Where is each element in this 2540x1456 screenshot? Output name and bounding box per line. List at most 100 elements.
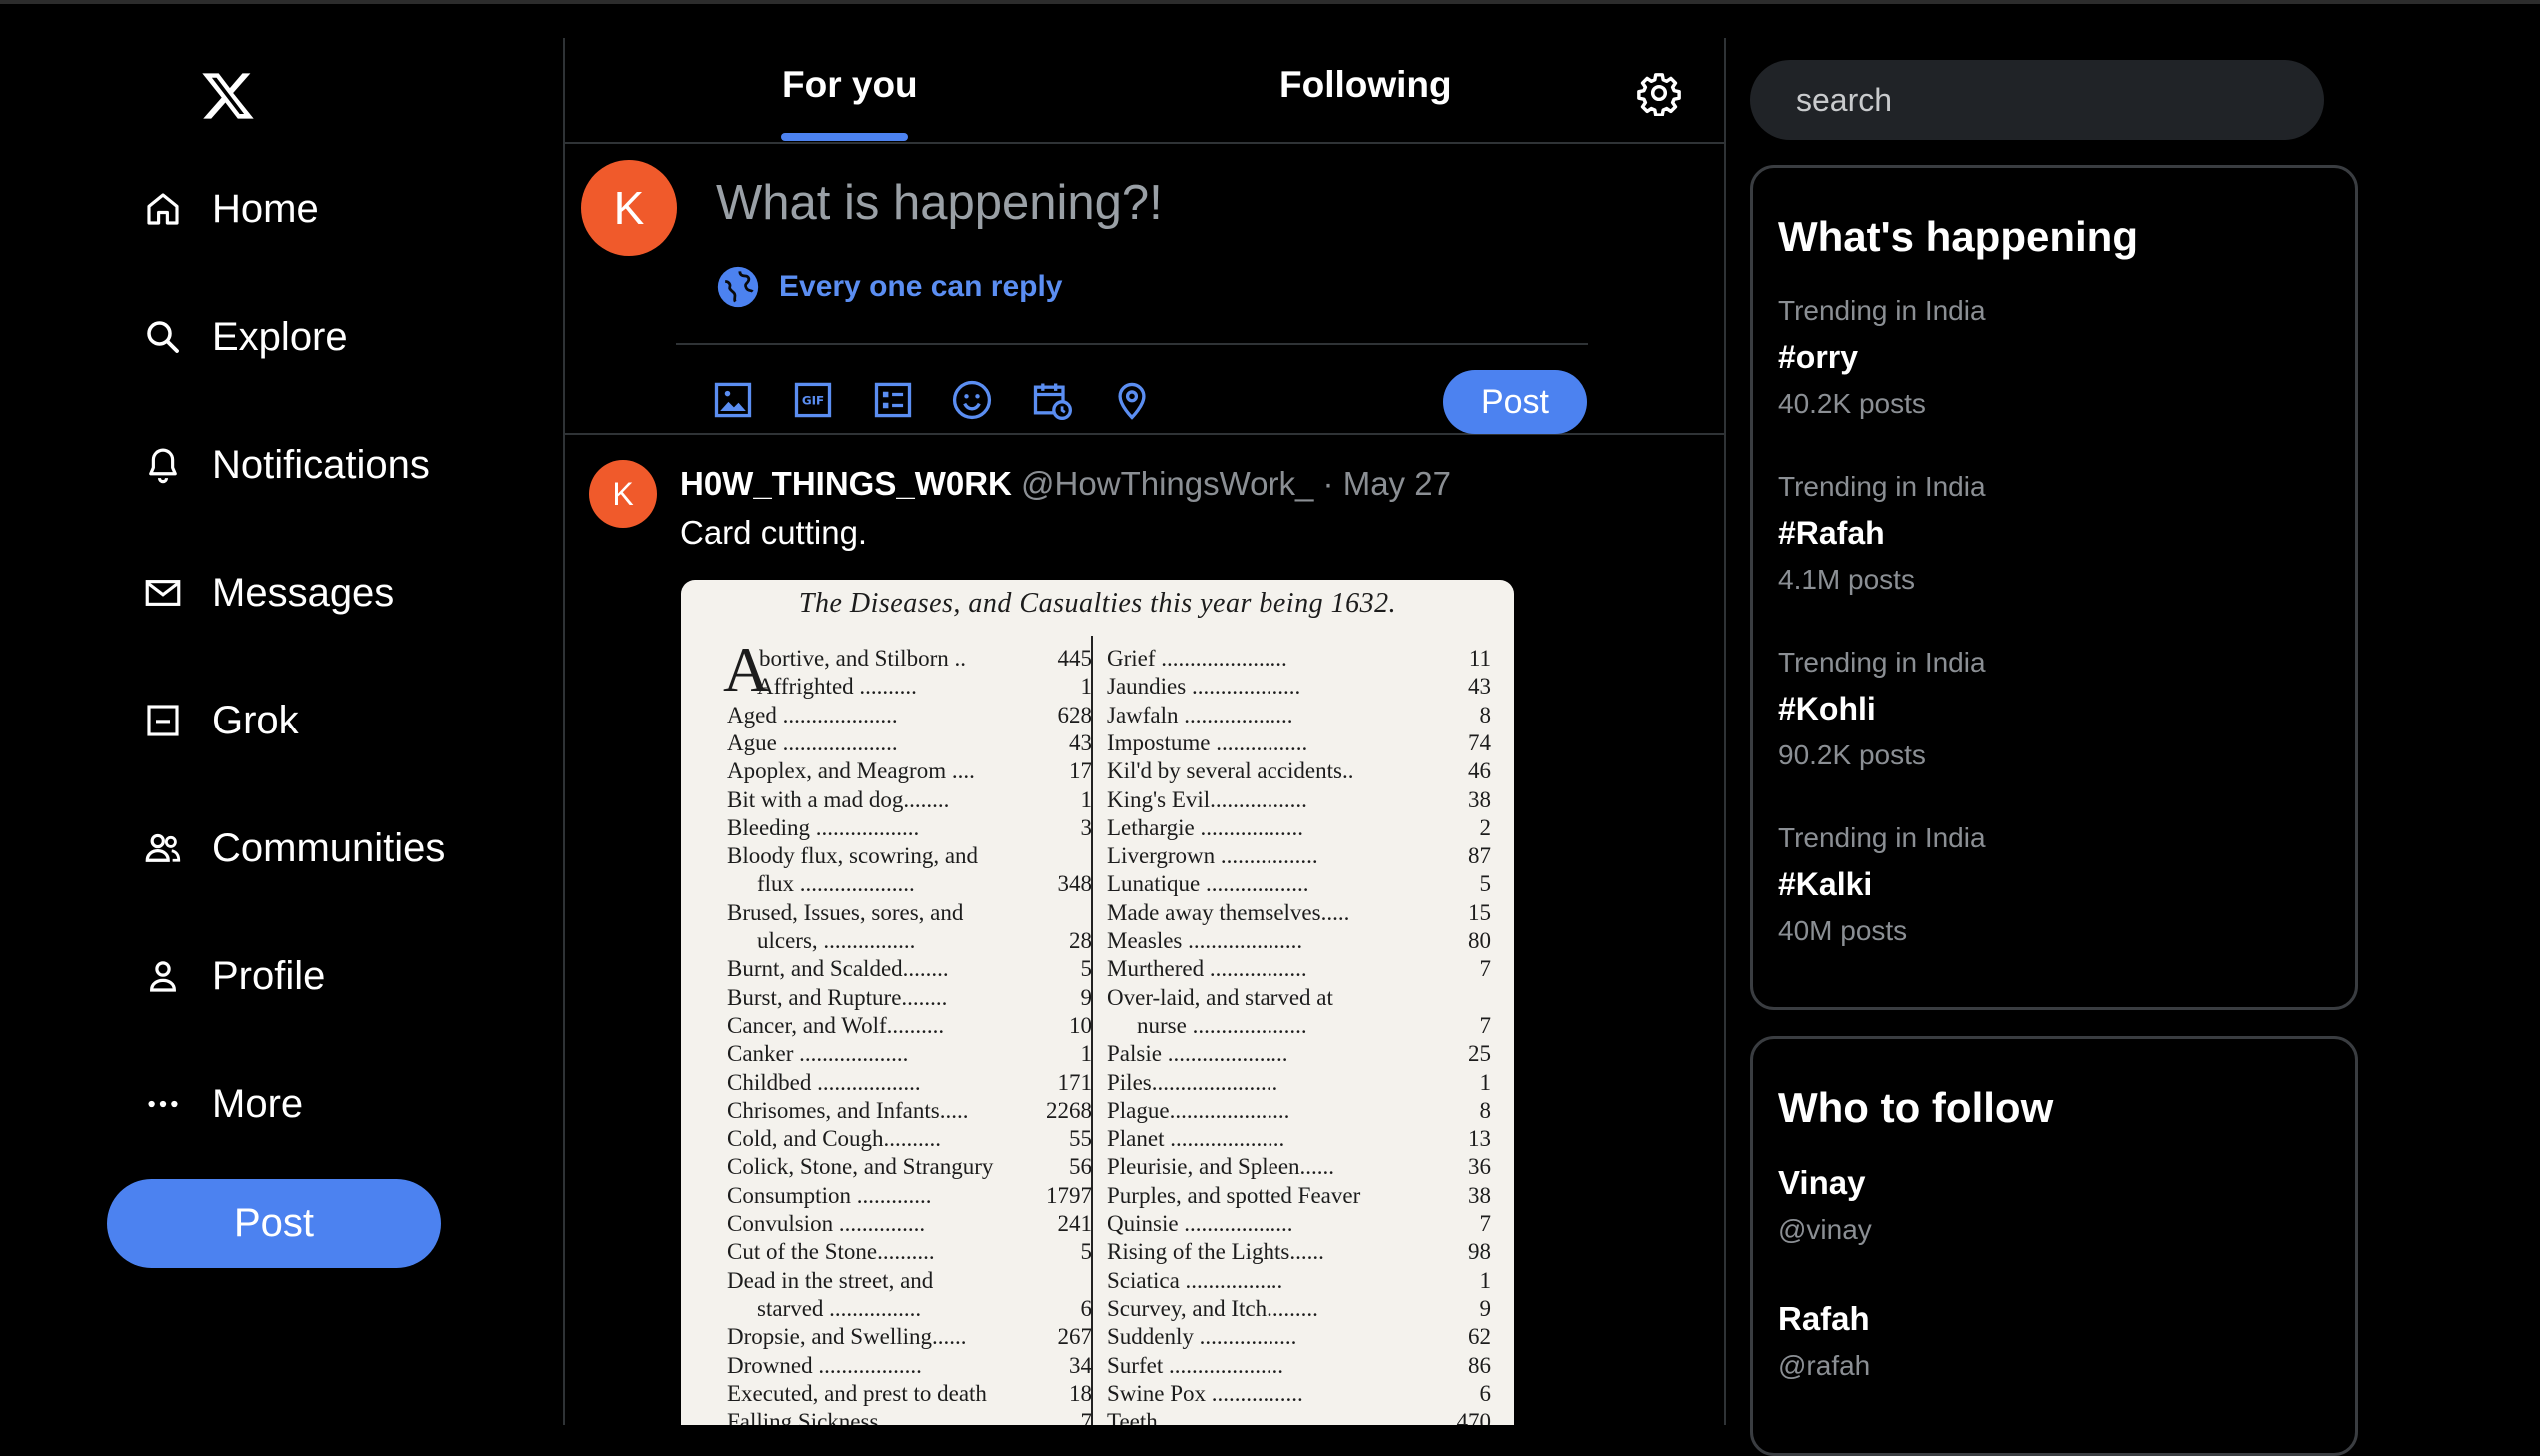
location-icon[interactable]	[1110, 378, 1154, 422]
media-doc-row: flux .................... 348	[727, 871, 1092, 899]
media-doc-cause: Aged ....................	[727, 702, 898, 728]
media-doc-count: 6	[1080, 1295, 1093, 1321]
search-icon	[147, 321, 179, 353]
trend-count: 40M posts	[1778, 915, 1908, 946]
media-doc-row: Over-laid, and starved at	[1107, 985, 1491, 1013]
media-doc-row: Convulsion ............... 241	[727, 1211, 1092, 1239]
media-doc-cause: Consumption .............	[727, 1182, 932, 1208]
nav-item-grok[interactable]: Grok	[142, 691, 299, 750]
media-doc-cause: Drowned ..................	[727, 1352, 922, 1378]
reply-setting-button[interactable]: Every one can reply	[716, 265, 1062, 309]
media-doc-cause: Pleurisie, and Spleen......	[1107, 1154, 1335, 1180]
media-doc-count: 80	[1468, 928, 1491, 953]
tweet-author[interactable]: H0W_THINGS_W0RK	[680, 465, 1012, 502]
trend-context: Trending in India	[1778, 295, 1986, 326]
media-doc-cause: Burnt, and Scalded........	[727, 956, 949, 982]
nav-label-communities: Communities	[212, 825, 446, 870]
media-doc-count: 5	[1080, 956, 1093, 982]
compose-input[interactable]	[716, 168, 1595, 238]
media-doc-row: Scurvey, and Itch......... 9	[1107, 1296, 1491, 1324]
media-doc-count: 38	[1468, 1182, 1491, 1208]
media-doc-row: Jaundies ................... 43	[1107, 674, 1491, 702]
schedule-icon[interactable]	[1030, 378, 1074, 422]
media-doc-cause: Dead in the street, and	[727, 1267, 934, 1293]
tweet-media-image[interactable]: The Diseases, and Casualties this year b…	[681, 580, 1514, 1425]
image-icon[interactable]	[711, 378, 755, 422]
media-doc-row: Made away themselves..... 15	[1107, 900, 1491, 928]
nav-item-notifications[interactable]: Notifications	[142, 435, 430, 495]
media-doc-row: Lethargie .................. 2	[1107, 815, 1491, 843]
nav-item-home[interactable]: Home	[142, 179, 319, 239]
gif-icon[interactable]: GIF	[791, 378, 835, 422]
media-doc-row: Swine Pox ................ 6	[1107, 1381, 1491, 1409]
trend-item[interactable]: Trending in India #orry 40.2K posts	[1778, 295, 2338, 420]
media-doc-cause: Apoplex, and Meagrom ....	[727, 758, 975, 784]
tweet-date[interactable]: May 27	[1343, 465, 1451, 502]
media-doc-cause: Executed, and prest to death	[727, 1380, 987, 1406]
nav-label-messages: Messages	[212, 570, 395, 615]
mail-icon	[145, 580, 181, 606]
tab-following[interactable]: Following	[1279, 64, 1452, 106]
media-doc-cause: Ague ....................	[727, 729, 898, 755]
media-doc-row: Burst, and Rupture........ 9	[727, 985, 1092, 1013]
composer-post-button[interactable]: Post	[1443, 370, 1587, 434]
media-doc-cause: Bleeding ..................	[727, 814, 920, 840]
poll-icon[interactable]	[871, 378, 915, 422]
nav-item-profile[interactable]: Profile	[142, 946, 325, 1006]
left-column-divider	[563, 38, 565, 1425]
search-input[interactable]	[1750, 60, 2324, 140]
composer-inner-divider	[676, 343, 1588, 345]
trend-item[interactable]: Trending in India #Rafah 4.1M posts	[1778, 471, 2338, 596]
media-doc-cause: Impostume ................	[1107, 729, 1308, 755]
media-doc-cause: King's Evil.................	[1107, 786, 1307, 812]
media-doc-row: Bleeding .................. 3	[727, 815, 1092, 843]
media-doc-row: Aged .................... 628	[727, 703, 1092, 730]
people-icon	[145, 833, 181, 862]
media-doc-count: 46	[1468, 758, 1491, 784]
trend-context: Trending in India	[1778, 822, 1986, 853]
tweet-avatar[interactable]: K	[589, 460, 657, 528]
media-doc-row: Drowned .................. 34	[727, 1353, 1092, 1381]
media-doc-count: 1797	[1046, 1182, 1092, 1208]
bell-icon	[149, 448, 177, 484]
media-doc-count: 1	[1080, 1041, 1093, 1067]
gear-icon[interactable]	[1636, 70, 1682, 117]
trend-item[interactable]: Trending in India #Kohli 90.2K posts	[1778, 647, 2338, 771]
nav-label-more: More	[212, 1081, 304, 1126]
media-doc-row: Planet .................... 13	[1107, 1126, 1491, 1154]
x-logo-icon[interactable]	[200, 68, 256, 124]
nav-post-button[interactable]: Post	[107, 1179, 441, 1268]
media-doc-cause: Palsie .....................	[1107, 1041, 1288, 1067]
media-doc-row: Palsie ..................... 25	[1107, 1041, 1491, 1069]
media-doc-count: 1	[1479, 1267, 1492, 1293]
nav-item-communities[interactable]: Communities	[142, 818, 445, 878]
tweet-handle[interactable]: @HowThingsWork_	[1021, 465, 1313, 502]
composer-avatar[interactable]: K	[581, 160, 677, 256]
nav-label-profile: Profile	[212, 953, 326, 998]
media-doc-row: Quinsie ................... 7	[1107, 1211, 1491, 1239]
media-doc-cause: Planet ....................	[1107, 1126, 1285, 1152]
media-doc-count: 17	[1069, 758, 1092, 784]
emoji-icon[interactable]	[950, 378, 994, 422]
media-doc-row: bortive, and Stilborn .. 445	[727, 646, 1092, 674]
nav-item-more[interactable]: More	[142, 1074, 303, 1134]
media-doc-cause: Lethargie ..................	[1107, 814, 1303, 840]
nav-item-explore[interactable]: Explore	[142, 307, 348, 367]
follow-name: Rafah	[1778, 1300, 1870, 1337]
home-icon	[147, 193, 179, 225]
media-doc-row: Canker ................... 1	[727, 1041, 1092, 1069]
media-doc-count: 62	[1468, 1324, 1491, 1350]
media-doc-count: 11	[1468, 646, 1491, 671]
media-doc-cause: Affrighted ..........	[757, 674, 917, 700]
media-doc-cause: bortive, and Stilborn ..	[759, 646, 966, 671]
media-doc-row: King's Evil................. 38	[1107, 787, 1491, 815]
nav-item-messages[interactable]: Messages	[142, 563, 394, 623]
follow-suggestion[interactable]: Vinay @vinay	[1778, 1164, 1872, 1246]
trend-item[interactable]: Trending in India #Kalki 40M posts	[1778, 822, 2338, 947]
grok-icon	[147, 705, 179, 736]
follow-suggestion[interactable]: Rafah @rafah	[1778, 1300, 1870, 1382]
tab-for-you[interactable]: For you	[782, 64, 918, 106]
follow-handle: @rafah	[1778, 1350, 1871, 1381]
media-doc-cause: nurse ....................	[1137, 1012, 1307, 1038]
media-doc-cause: Dropsie, and Swelling......	[727, 1324, 967, 1350]
